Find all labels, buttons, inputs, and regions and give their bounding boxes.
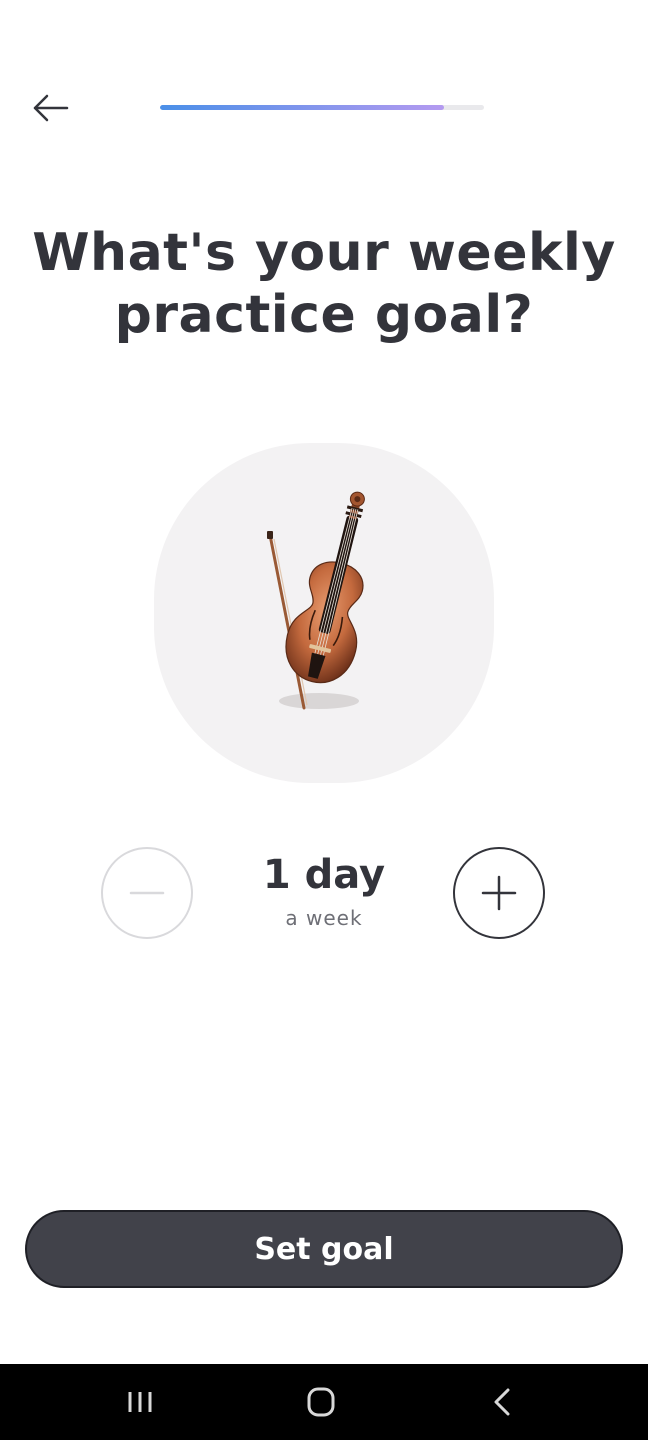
progress-bar-fill bbox=[160, 105, 444, 110]
minus-icon bbox=[129, 891, 165, 895]
progress-bar bbox=[160, 105, 484, 110]
goal-value: 1 day bbox=[262, 852, 386, 898]
arrow-left-icon bbox=[33, 94, 69, 122]
recents-icon bbox=[128, 1392, 152, 1412]
set-goal-button[interactable]: Set goal bbox=[25, 1210, 623, 1288]
back-button[interactable] bbox=[28, 88, 74, 128]
plus-icon bbox=[481, 875, 517, 911]
system-back-button[interactable] bbox=[472, 1378, 532, 1426]
recents-button[interactable] bbox=[110, 1378, 170, 1426]
increase-days-button[interactable] bbox=[453, 847, 545, 939]
violin-icon bbox=[267, 491, 365, 710]
decrease-days-button[interactable] bbox=[101, 847, 193, 939]
page-title-line-1: What's your weekly bbox=[32, 223, 616, 283]
home-button[interactable] bbox=[291, 1378, 351, 1426]
page-title-line-2: practice goal? bbox=[114, 285, 534, 345]
system-navigation-bar bbox=[0, 1364, 648, 1440]
page-title: What's your weekly practice goal? bbox=[20, 222, 628, 346]
goal-unit: a week bbox=[285, 906, 363, 930]
home-icon bbox=[307, 1387, 335, 1417]
instrument-illustration bbox=[154, 443, 494, 783]
back-chevron-icon bbox=[494, 1388, 510, 1416]
